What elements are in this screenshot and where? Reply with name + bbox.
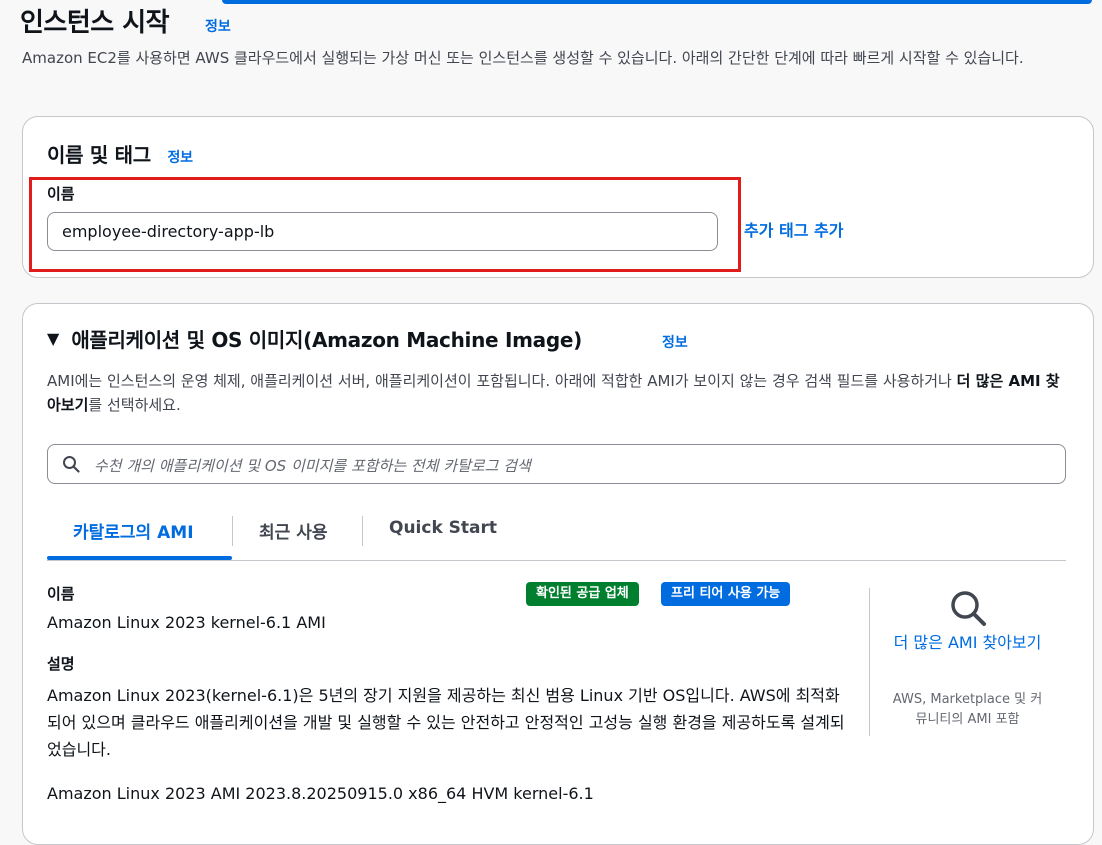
search-icon xyxy=(63,456,80,473)
free-tier-badge: 프리 티어 사용 가능 xyxy=(661,582,791,606)
ami-heading: 애플리케이션 및 OS 이미지(Amazon Machine Image) xyxy=(71,328,582,352)
name-tags-heading-text: 이름 및 태그 xyxy=(47,143,151,167)
tab-divider xyxy=(232,516,233,546)
tab-catalog-ami[interactable]: 카탈로그의 AMI xyxy=(73,518,194,543)
ami-version: Amazon Linux 2023 AMI 2023.8.20250915.0 … xyxy=(47,784,594,803)
ami-desc-value: Amazon Linux 2023(kernel-6.1)은 5년의 장기 지원… xyxy=(47,686,845,759)
tab-divider xyxy=(362,516,363,546)
vertical-divider xyxy=(869,588,870,736)
top-accent-bar xyxy=(222,0,1092,4)
ami-description: AMI에는 인스턴스의 운영 체제, 애플리케이션 서버, 애플리케이션이 포함… xyxy=(47,369,1072,417)
ami-desc-label: 설명 xyxy=(47,655,75,673)
ami-desc-part2: 를 선택하세요. xyxy=(88,396,181,414)
magnifier-icon[interactable] xyxy=(948,588,988,628)
name-input[interactable]: employee-directory-app-lb xyxy=(47,212,718,251)
ami-desc-part1: AMI에는 인스턴스의 운영 체제, 애플리케이션 서버, 애플리케이션이 포함… xyxy=(47,372,957,390)
triangle-down-icon[interactable]: ▼ xyxy=(47,329,59,348)
ami-tabs: 카탈로그의 AMI 최근 사용 Quick Start xyxy=(47,510,1066,561)
page-description: Amazon EC2를 사용하면 AWS 클라우드에서 실행되는 가상 머신 또… xyxy=(22,49,1024,67)
tab-quick-start[interactable]: Quick Start xyxy=(389,518,497,538)
add-tags-link[interactable]: 추가 태그 추가 xyxy=(744,217,843,241)
browse-more-subtext: AWS, Marketplace 및 커뮤니티의 AMI 포함 xyxy=(892,692,1043,727)
name-field-label: 이름 xyxy=(47,185,75,203)
ami-name-label: 이름 xyxy=(47,585,75,603)
ami-heading-row[interactable]: ▼ 애플리케이션 및 OS 이미지(Amazon Machine Image) xyxy=(47,324,582,353)
active-tab-underline xyxy=(47,556,232,560)
search-placeholder: 수천 개의 애플리케이션 및 OS 이미지를 포함하는 전체 카탈로그 검색 xyxy=(94,457,531,475)
page-title: 인스턴스 시작 xyxy=(20,8,170,38)
browse-more-amis-link[interactable]: 더 많은 AMI 찾아보기 xyxy=(890,630,1045,656)
name-tags-info-link[interactable]: 정보 xyxy=(168,150,193,166)
verified-provider-badge: 확인된 공급 업체 xyxy=(526,582,639,606)
tab-recent[interactable]: 최근 사용 xyxy=(259,518,327,543)
page-info-link[interactable]: 정보 xyxy=(205,16,231,36)
ami-info-link[interactable]: 정보 xyxy=(662,332,688,352)
ami-name-value: Amazon Linux 2023 kernel-6.1 AMI xyxy=(47,613,326,632)
name-tags-heading: 이름 및 태그 정보 xyxy=(47,139,193,168)
ami-search-input[interactable]: 수천 개의 애플리케이션 및 OS 이미지를 포함하는 전체 카탈로그 검색 xyxy=(47,444,1066,484)
